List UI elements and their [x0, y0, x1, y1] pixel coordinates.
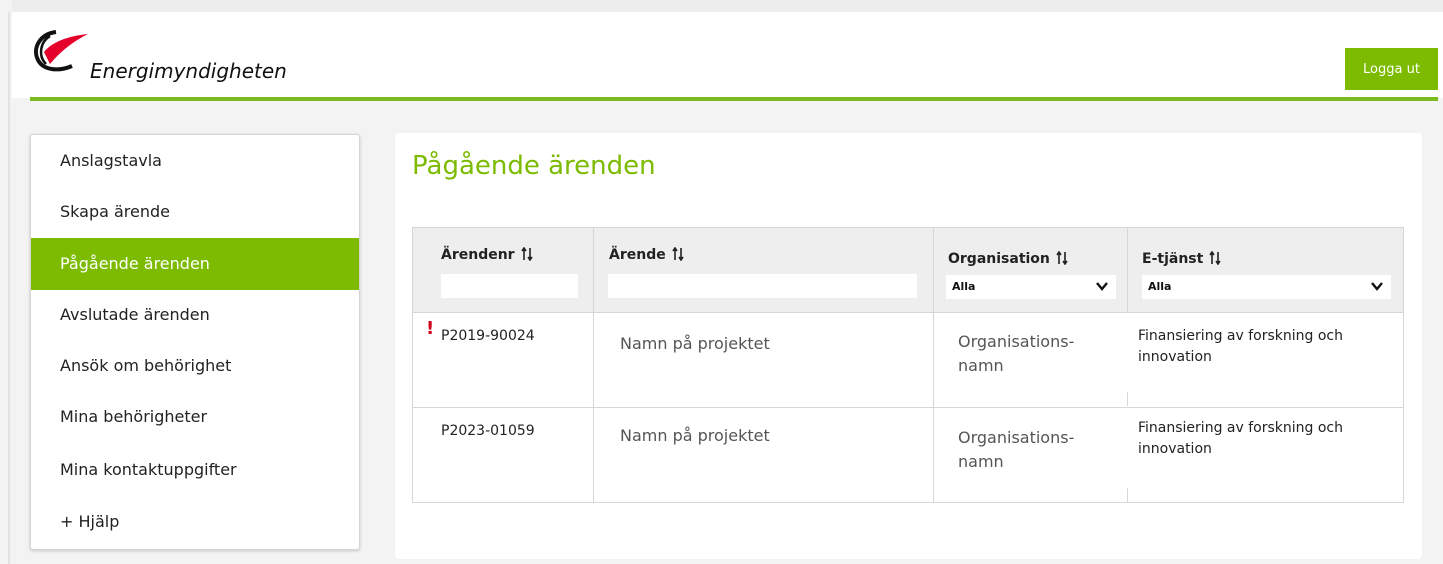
sort-arrows-icon[interactable] [520, 247, 533, 261]
sidebar-item-avslutade-arenden[interactable]: Avslutade ärenden [31, 290, 359, 342]
chevron-down-icon [1096, 282, 1108, 291]
sidebar-item-label: + Hjälp [60, 512, 120, 531]
table-row[interactable]: P2023-01059 Namn på projektet Organisati… [413, 408, 1403, 504]
column-header-label: Ärendenr [441, 247, 515, 263]
case-name[interactable]: Namn på projektet [620, 334, 770, 353]
select-value: Alla [1148, 280, 1172, 293]
sort-arrows-icon[interactable] [1056, 251, 1068, 265]
filter-arendenr-input[interactable] [441, 274, 578, 298]
sort-arrows-icon[interactable] [1209, 251, 1221, 265]
filter-arende-input[interactable] [608, 274, 917, 298]
sidebar-item-pagaende-arenden[interactable]: Pågående ärenden [31, 238, 359, 290]
page-title: Pågående ärenden [412, 151, 656, 181]
sidebar-item-label: Mina behörigheter [60, 407, 208, 426]
sort-arrows-icon[interactable] [672, 247, 684, 261]
e-service-name: Finansiering av forskning och innovation [1138, 328, 1343, 365]
header-divider [30, 97, 1438, 101]
organisation-name: Organisations-namn [958, 332, 1075, 375]
left-edge [8, 12, 10, 564]
column-header-label: E-tjänst [1142, 251, 1204, 267]
sidebar-item-label: Ansök om behörighet [60, 356, 232, 375]
site-logo[interactable]: Energimyndigheten [30, 26, 320, 94]
sidebar-item-label: Anslagstavla [60, 151, 162, 170]
chevron-down-icon [1371, 282, 1383, 291]
sidebar-item-hjalp[interactable]: + Hjälp [31, 497, 359, 549]
sidebar-item-mina-behorigheter[interactable]: Mina behörigheter [31, 394, 359, 446]
column-header-label: Organisation [948, 251, 1050, 267]
sidebar-item-ansok-om-behorighet[interactable]: Ansök om behörighet [31, 342, 359, 394]
filter-organisation-select[interactable]: Alla [946, 275, 1116, 299]
table-row[interactable]: ! P2019-90024 Namn på projektet Organisa… [413, 312, 1403, 408]
case-number[interactable]: P2023-01059 [441, 423, 535, 439]
case-name[interactable]: Namn på projektet [620, 426, 770, 445]
column-divider [1127, 228, 1128, 312]
column-header-organisation[interactable]: Organisation [948, 251, 1068, 267]
sidebar-item-label: Mina kontaktuppgifter [60, 460, 237, 479]
sidebar-menu: Anslagstavla Skapa ärende Pågående ärend… [30, 134, 360, 550]
filter-e-tjanst-select[interactable]: Alla [1142, 275, 1391, 299]
column-header-e-tjanst[interactable]: E-tjänst [1142, 251, 1221, 267]
case-number[interactable]: P2019-90024 [441, 328, 535, 344]
organisation-name: Organisations-namn [958, 428, 1075, 471]
sidebar-item-label: Skapa ärende [60, 202, 171, 221]
cases-table: Ärendenr Ärende Organisation Alla E-tjän… [412, 227, 1404, 503]
column-header-label: Ärende [609, 247, 666, 263]
logo-text: Energimyndigheten [90, 59, 287, 83]
sidebar-item-label: Avslutade ärenden [60, 305, 210, 324]
column-header-arendenr[interactable]: Ärendenr [441, 247, 533, 263]
energimyndigheten-logo-icon [34, 30, 88, 72]
logout-button[interactable]: Logga ut [1345, 48, 1438, 90]
e-service-name: Finansiering av forskning och innovation [1138, 420, 1343, 457]
column-header-arende[interactable]: Ärende [609, 247, 684, 263]
table-header: Ärendenr Ärende Organisation Alla E-tjän… [413, 228, 1403, 313]
top-shade [12, 0, 1443, 12]
sidebar-item-anslagstavla[interactable]: Anslagstavla [31, 135, 359, 187]
select-value: Alla [952, 280, 976, 293]
sidebar-item-skapa-arende[interactable]: Skapa ärende [31, 187, 359, 239]
sidebar-item-label: Pågående ärenden [60, 254, 210, 273]
sidebar-item-mina-kontaktuppgifter[interactable]: Mina kontaktuppgifter [31, 446, 359, 498]
main-panel: Pågående ärenden Ärendenr Ärende Organis… [395, 133, 1422, 559]
exclamation-icon: ! [426, 318, 435, 339]
